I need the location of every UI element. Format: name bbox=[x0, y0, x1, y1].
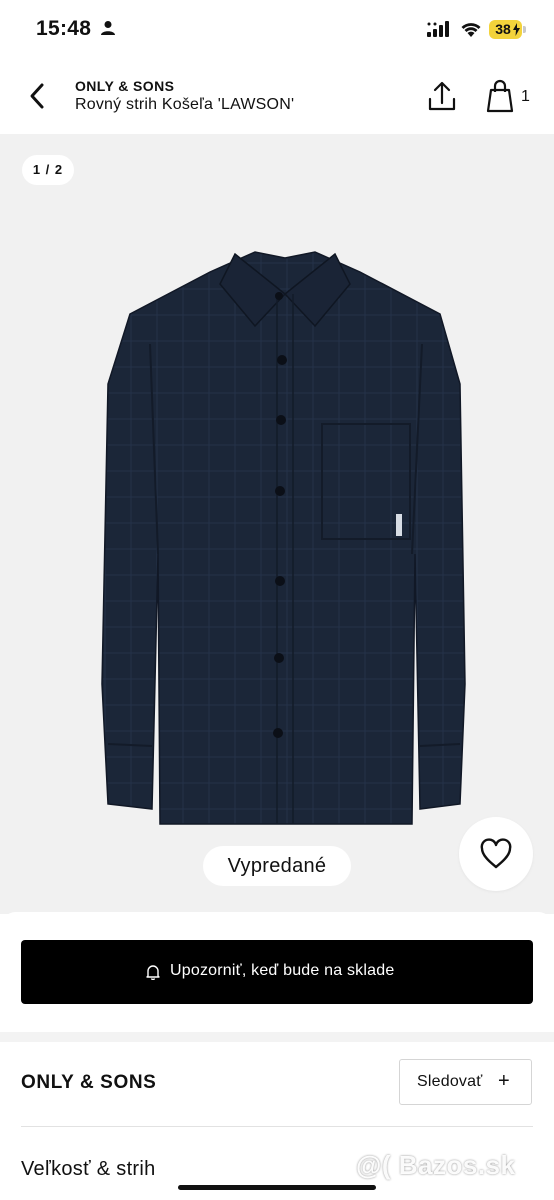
heart-icon bbox=[480, 838, 512, 869]
product-gallery[interactable]: 1 / 2 Vypredané bbox=[0, 134, 554, 914]
product-header: ONLY & SONS Rovný strih Košeľa 'LAWSON' … bbox=[0, 60, 554, 134]
wishlist-button[interactable] bbox=[459, 817, 533, 891]
home-indicator bbox=[178, 1185, 376, 1190]
chevron-left-icon[interactable] bbox=[22, 80, 54, 112]
product-image-shirt[interactable] bbox=[40, 224, 520, 844]
share-icon[interactable] bbox=[425, 80, 459, 114]
status-time: 15:48 bbox=[36, 17, 92, 40]
battery-indicator: 38 bbox=[489, 20, 522, 39]
shopping-bag-icon[interactable] bbox=[483, 78, 517, 114]
person-icon bbox=[101, 21, 115, 35]
section-divider bbox=[0, 1032, 554, 1042]
notify-label: Upozorniť, keď bude na sklade bbox=[170, 962, 395, 979]
header-product-title: Rovný strih Košeľa 'LAWSON' bbox=[75, 96, 295, 113]
plus-icon: + bbox=[498, 1070, 510, 1092]
charging-bolt-icon bbox=[513, 23, 520, 36]
header-brand: ONLY & SONS bbox=[75, 78, 175, 94]
bag-count: 1 bbox=[521, 88, 530, 105]
soldout-badge: Vypredané bbox=[203, 846, 351, 886]
follow-label: Sledovať bbox=[417, 1073, 483, 1090]
notify-when-in-stock-button[interactable]: Upozorniť, keď bude na sklade bbox=[21, 940, 533, 1004]
brand-row: ONLY & SONS Sledovať + bbox=[0, 1042, 554, 1126]
photo-counter: 1 / 2 bbox=[22, 155, 74, 185]
row-divider bbox=[21, 1126, 533, 1127]
bell-icon bbox=[146, 965, 160, 980]
follow-brand-button[interactable]: Sledovať + bbox=[399, 1059, 532, 1105]
brand-name: ONLY & SONS bbox=[21, 1072, 157, 1093]
size-and-fit-row[interactable]: Veľkosť & strih bbox=[21, 1158, 156, 1181]
cellular-signal-icon bbox=[427, 21, 449, 37]
wifi-icon bbox=[461, 23, 481, 37]
bazos-watermark: @( Bazos.sk bbox=[356, 1150, 516, 1180]
status-bar: 15:48 38 bbox=[0, 0, 554, 60]
battery-cap bbox=[523, 26, 526, 33]
